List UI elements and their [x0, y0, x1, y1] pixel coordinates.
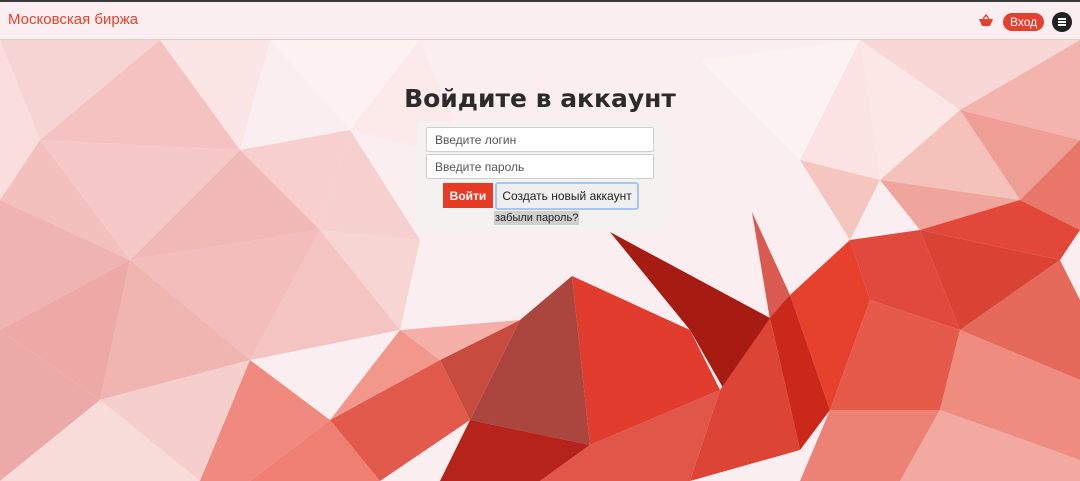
login-page: Московская биржа Вход Войдите в аккаунт …: [0, 0, 1080, 481]
login-form: Войти Создать новый аккаунт забыли парол…: [417, 122, 663, 231]
top-navbar: Московская биржа Вход: [0, 0, 1080, 40]
brand-link[interactable]: Московская биржа: [8, 11, 138, 28]
forgot-password-link[interactable]: забыли пароль?: [494, 211, 580, 225]
menu-icon[interactable]: [1052, 12, 1072, 32]
password-input[interactable]: [426, 154, 654, 179]
login-button[interactable]: Вход: [1003, 13, 1045, 31]
low-poly-background: [0, 0, 1080, 481]
page-title: Войдите в аккаунт: [404, 84, 676, 113]
submit-button[interactable]: Войти: [443, 183, 493, 208]
cart-icon[interactable]: [978, 13, 994, 30]
login-input[interactable]: [426, 127, 654, 152]
create-account-button[interactable]: Создать новый аккаунт: [495, 182, 639, 210]
